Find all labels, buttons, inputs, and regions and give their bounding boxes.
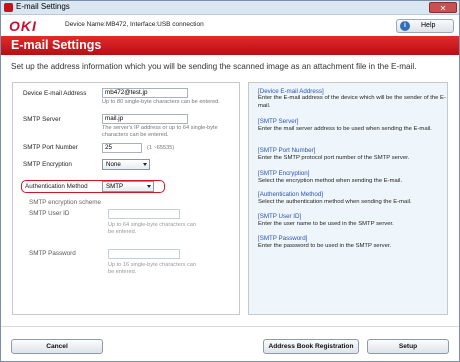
desc-text: Enter the SMTP protocol port number of t… — [258, 155, 410, 161]
page-header: E-mail Settings — [1, 36, 459, 55]
smtp-password-label: SMTP Password — [29, 250, 76, 257]
desc-text: Select the authentication method when se… — [258, 199, 412, 205]
auth-method-select[interactable]: SMTP — [102, 181, 154, 192]
smtp-server-label: SMTP Server — [23, 116, 61, 123]
chevron-down-icon — [143, 163, 147, 166]
device-info: Device Name:MB472, Interface:USB connect… — [65, 21, 204, 28]
desc-heading: [SMTP Password] — [258, 235, 308, 242]
desc-text: Select the encryption method when sendin… — [258, 178, 403, 184]
settings-form-panel: Device E-mail Address mb472@test.jp Up t… — [12, 82, 240, 315]
chevron-down-icon — [147, 185, 151, 188]
desc-heading: [SMTP Port Number] — [258, 147, 316, 154]
app-icon — [4, 3, 13, 12]
email-settings-window: E-mail Settings ✕ OKI Device Name:MB472,… — [0, 0, 460, 362]
close-button[interactable]: ✕ — [429, 2, 457, 13]
smtp-server-hint-1: The server's IP address or up to 64 sing… — [102, 125, 218, 131]
cancel-button[interactable]: Cancel — [11, 339, 103, 354]
instruction-text: Set up the address information which you… — [11, 62, 417, 71]
desc-text: Enter the user name to be used in the SM… — [258, 221, 394, 227]
device-email-input[interactable]: mb472@test.jp — [102, 88, 188, 98]
desc-heading: [SMTP User ID] — [258, 213, 302, 220]
desc-heading: [SMTP Encryption] — [258, 170, 310, 177]
smtp-user-id-hint-1: Up to 64 single-byte characters can — [108, 222, 196, 228]
desc-text: Enter the mail server address to be used… — [258, 126, 432, 132]
address-book-registration-button[interactable]: Address Book Registration — [263, 339, 359, 354]
smtp-encryption-select[interactable]: None — [102, 159, 150, 170]
help-description-panel: [Device E-mail Address] Enter the E-mail… — [248, 82, 448, 315]
smtp-encryption-label: SMTP Encryption — [23, 161, 72, 168]
device-email-label: Device E-mail Address — [23, 90, 87, 97]
smtp-scheme-label: SMTP encryption scheme — [29, 199, 101, 206]
smtp-user-id-hint-2: be entered. — [108, 229, 137, 235]
smtp-server-input[interactable]: mail.jp — [102, 114, 188, 124]
device-email-hint: Up to 80 single-byte characters can be e… — [102, 99, 220, 105]
setup-button[interactable]: Setup — [367, 339, 449, 354]
help-label: Help — [421, 22, 436, 29]
page-title: E-mail Settings — [11, 38, 102, 52]
desc-heading: [SMTP Server] — [258, 118, 299, 125]
auth-method-label: Authentication Method — [25, 183, 88, 190]
desc-heading: [Authentication Method] — [258, 191, 324, 198]
desc-heading: [Device E-mail Address] — [258, 88, 324, 95]
smtp-password-input[interactable] — [108, 249, 180, 259]
top-bar: OKI Device Name:MB472, Interface:USB con… — [1, 15, 459, 35]
auth-method-value: SMTP — [106, 183, 124, 190]
smtp-encryption-value: None — [106, 161, 121, 168]
smtp-user-id-label: SMTP User ID — [29, 210, 70, 217]
desc-text: Enter the E-mail address of the device w… — [258, 95, 446, 109]
smtp-user-id-input[interactable] — [108, 209, 180, 219]
desc-text: Enter the password to be used in the SMT… — [258, 243, 392, 249]
footer-divider — [1, 326, 459, 327]
smtp-port-input[interactable]: 25 — [102, 143, 142, 153]
help-button[interactable]: i Help — [396, 19, 454, 33]
smtp-password-hint-2: be entered. — [108, 269, 137, 275]
smtp-port-range: (1 ~65535) — [147, 145, 175, 151]
smtp-password-hint-1: Up to 16 single-byte characters can — [108, 262, 196, 268]
smtp-port-label: SMTP Port Number — [23, 144, 78, 151]
window-title: E-mail Settings — [16, 2, 70, 11]
title-bar[interactable]: E-mail Settings ✕ — [1, 1, 459, 15]
info-icon: i — [400, 21, 410, 31]
smtp-server-hint-2: characters can be entered. — [102, 132, 169, 138]
oki-logo: OKI — [9, 18, 37, 34]
